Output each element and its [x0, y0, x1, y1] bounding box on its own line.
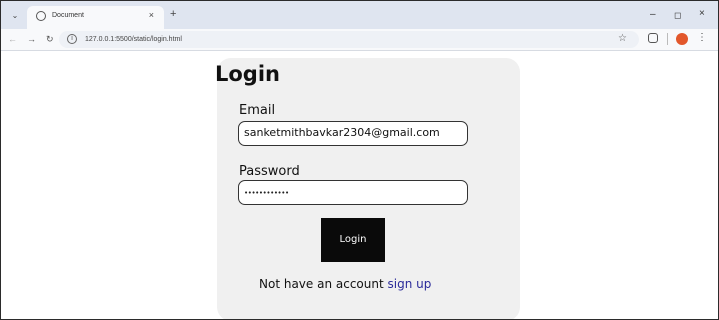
- globe-icon: [36, 11, 46, 21]
- extensions-icon[interactable]: [648, 33, 658, 43]
- email-field[interactable]: sanketmithbavkar2304@gmail.com: [238, 121, 468, 146]
- tab-document[interactable]: Document ×: [27, 6, 164, 29]
- password-mask: ••••••••••••: [244, 189, 289, 197]
- browser-window: ⌄ Document × + – ◻ × ← → ↻ i 127.0.0.1:5…: [0, 0, 719, 320]
- tab-search-icon[interactable]: ⌄: [8, 10, 22, 22]
- kebab-menu-icon[interactable]: ⋮: [697, 32, 707, 44]
- password-label: Password: [239, 164, 300, 179]
- minimize-button[interactable]: –: [650, 9, 656, 21]
- star-icon[interactable]: ☆: [618, 33, 627, 45]
- password-field[interactable]: ••••••••••••: [238, 180, 468, 205]
- tab-close-icon[interactable]: ×: [149, 9, 154, 21]
- close-window-button[interactable]: ×: [699, 8, 705, 20]
- maximize-button[interactable]: ◻: [674, 9, 681, 21]
- login-card: Login Email sanketmithbavkar2304@gmail.c…: [215, 58, 520, 319]
- info-icon[interactable]: i: [67, 34, 77, 44]
- tab-strip: ⌄ Document × + – ◻ ×: [1, 1, 718, 29]
- browser-toolbar: ← → ↻ i 127.0.0.1:5500/static/login.html: [1, 29, 718, 51]
- profile-icon[interactable]: [676, 33, 688, 45]
- url-text[interactable]: 127.0.0.1:5500/static/login.html: [85, 34, 182, 45]
- signup-prompt: Not have an account sign up: [259, 276, 431, 292]
- signup-text: Not have an account: [259, 277, 384, 291]
- page-title: Login: [215, 62, 280, 86]
- signup-link[interactable]: sign up: [388, 277, 432, 291]
- email-label: Email: [239, 103, 276, 118]
- new-tab-button[interactable]: +: [170, 7, 176, 21]
- tab-title: Document: [52, 12, 84, 19]
- login-button[interactable]: Login: [321, 218, 385, 262]
- back-arrow-icon[interactable]: ←: [8, 33, 17, 45]
- toolbar-divider: [667, 33, 668, 45]
- forward-arrow-icon[interactable]: →: [27, 33, 36, 45]
- reload-icon[interactable]: ↻: [46, 33, 54, 45]
- address-bar[interactable]: i 127.0.0.1:5500/static/login.html: [59, 31, 639, 48]
